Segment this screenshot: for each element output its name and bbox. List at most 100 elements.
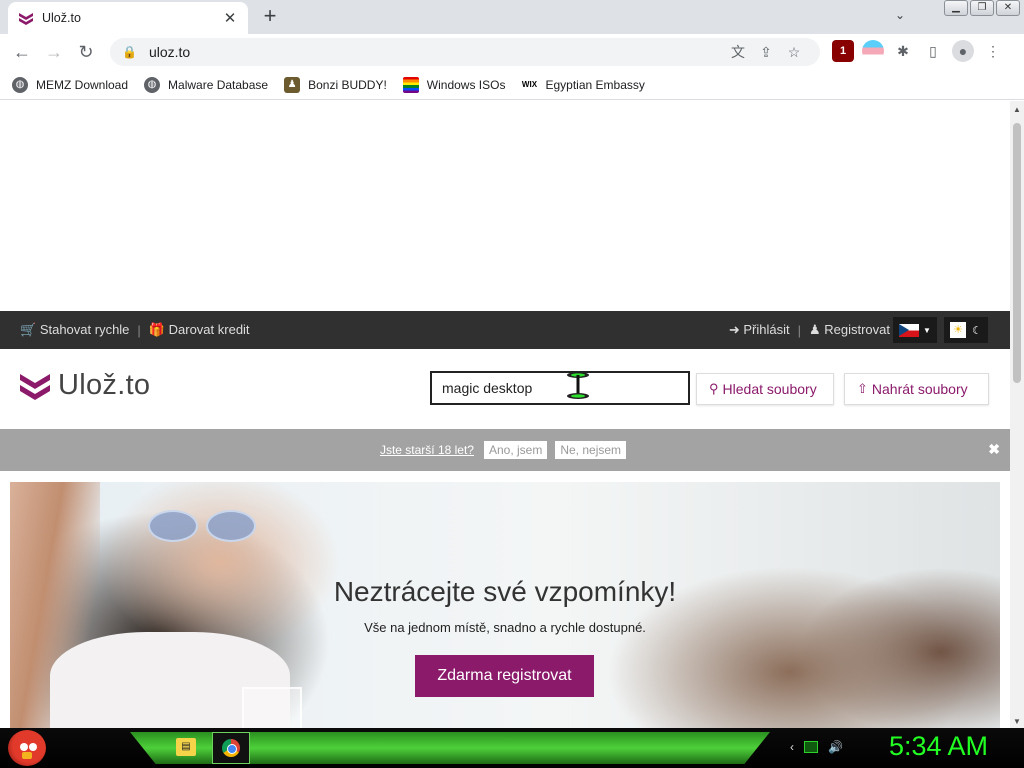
share-icon[interactable]: ⇪ xyxy=(752,44,780,61)
site-logo[interactable]: Ulož.to xyxy=(20,369,150,402)
lock-icon[interactable]: 🔒 xyxy=(122,45,137,59)
text-cursor-icon xyxy=(567,372,589,399)
forward-arrow-icon[interactable]: → xyxy=(38,36,70,68)
register-free-button[interactable]: Zdarma registrovat xyxy=(415,655,594,697)
bookmark-windows-isos[interactable]: Windows ISOs xyxy=(402,76,506,93)
bookmark-label: Bonzi BUDDY! xyxy=(308,77,387,92)
rainbow-flag-icon xyxy=(402,76,419,93)
bookmark-label: Egyptian Embassy xyxy=(545,77,645,92)
age-verification-bar: Jste starší 18 let? Ano, jsem Ne, nejsem… xyxy=(0,429,1010,471)
site-topbar: 🛒 Stahovat rychle | 🎁 Darovat kredit ➜ P… xyxy=(0,311,1010,349)
start-button-angry-bird-icon[interactable] xyxy=(8,730,46,766)
network-icon[interactable] xyxy=(804,741,818,753)
hero-photo-sunglasses xyxy=(148,510,256,542)
upload-button-label: Nahrát soubory xyxy=(871,381,968,397)
tab-title: Ulož.to xyxy=(42,11,81,25)
scroll-down-icon[interactable]: ▼ xyxy=(1013,717,1021,726)
divider: | xyxy=(137,322,141,338)
register-link[interactable]: ♟ Registrovat xyxy=(809,322,890,338)
age-no-button[interactable]: Ne, nejsem xyxy=(555,441,627,459)
side-panel-icon[interactable]: ▯ xyxy=(922,40,944,62)
logo-text: Ulož.to xyxy=(58,369,151,401)
extension-icons: 1 ✱ ▯ ● ⋮ xyxy=(832,40,1004,62)
new-tab-button[interactable]: + xyxy=(258,5,282,29)
theme-toggle[interactable]: ☀ ☾ xyxy=(944,317,988,343)
age-yes-button[interactable]: Ano, jsem xyxy=(483,441,548,459)
url-text[interactable]: uloz.to xyxy=(149,44,724,60)
login-link[interactable]: ➜ Přihlásit xyxy=(729,322,790,338)
tab-search-chevron-icon[interactable]: ⌄ xyxy=(895,8,905,22)
bookmarks-bar: ◍ MEMZ Download ◍ Malware Database ♟ Bonzi … xyxy=(0,70,1024,100)
sun-icon[interactable]: ☀ xyxy=(950,322,967,338)
profile-avatar-icon[interactable]: ● xyxy=(952,40,974,62)
bookmark-egyptian-embassy[interactable]: WIX Egyptian Embassy xyxy=(521,77,645,93)
hero-banner: Neztrácejte své vzpomínky! Vše na jednom… xyxy=(10,482,1000,728)
age-question[interactable]: Jste starší 18 let? xyxy=(380,443,474,457)
bookmark-bonzi[interactable]: ♟ Bonzi BUDDY! xyxy=(284,76,387,93)
moon-icon[interactable]: ☾ xyxy=(972,324,982,337)
menu-kebab-icon[interactable]: ⋮ xyxy=(982,40,1004,62)
page-scrollbar[interactable]: ▲ ▼ xyxy=(1010,101,1024,728)
hero-subtitle: Vše na jednom místě, snadno a rychle dos… xyxy=(364,620,646,635)
fast-download-link[interactable]: 🛒 Stahovat rychle xyxy=(20,322,129,338)
browser-tab[interactable]: Ulož.to ✕ xyxy=(8,2,248,34)
donate-credit-link[interactable]: 🎁 Darovat kredit xyxy=(149,322,250,338)
ulozto-favicon-icon xyxy=(19,13,33,25)
donate-credit-label: Darovat kredit xyxy=(168,322,250,337)
chrome-icon xyxy=(222,739,240,757)
ulozto-logo-icon xyxy=(20,373,50,400)
bird-beak xyxy=(22,752,32,759)
back-arrow-icon[interactable]: ← xyxy=(6,36,38,68)
chrome-taskbar-button[interactable] xyxy=(212,732,250,764)
close-tab-icon[interactable]: ✕ xyxy=(222,9,238,27)
search-icon: ⚲ xyxy=(709,381,719,396)
register-label: Registrovat xyxy=(824,322,890,337)
divider: | xyxy=(797,322,801,338)
ublock-extension-icon[interactable]: 1 xyxy=(832,40,854,62)
browser-toolbar: ← → ↻ 🔒 uloz.to 文 ⇪ ☆ 1 ✱ ▯ ● ⋮ xyxy=(0,34,1024,70)
bookmark-malware-db[interactable]: ◍ Malware Database xyxy=(144,76,269,93)
extension-round-icon[interactable] xyxy=(862,40,884,62)
globe-icon: ◍ xyxy=(12,76,28,93)
minimize-button[interactable]: ▁ xyxy=(944,0,968,16)
file-explorer-icon[interactable]: ▤ xyxy=(176,738,196,756)
taskbar: ▤ ‹ 🔊 5:34 AM xyxy=(0,728,1024,768)
search-button[interactable]: ⚲ Hledat soubory xyxy=(696,373,834,405)
login-label: Přihlásit xyxy=(743,322,790,337)
taskbar-clock[interactable]: 5:34 AM xyxy=(889,731,988,762)
window-controls: ▁ ❐ ✕ xyxy=(944,0,1020,16)
hero-title: Neztrácejte své vzpomínky! xyxy=(333,576,677,607)
close-window-button[interactable]: ✕ xyxy=(996,0,1020,16)
czech-flag-icon xyxy=(899,323,920,337)
maximize-button[interactable]: ❐ xyxy=(970,0,994,16)
scrollbar-thumb[interactable] xyxy=(1013,123,1021,383)
bookmark-label: Windows ISOs xyxy=(426,77,506,92)
translate-icon[interactable]: 文 xyxy=(724,42,752,62)
language-selector[interactable]: ▼ xyxy=(893,317,937,343)
web-page: 🛒 Stahovat rychle | 🎁 Darovat kredit ➜ P… xyxy=(0,101,1010,728)
tray-chevron-icon[interactable]: ‹ xyxy=(790,740,794,754)
bookmark-label: Malware Database xyxy=(168,77,269,92)
puzzle-extensions-icon[interactable]: ✱ xyxy=(892,40,914,62)
volume-icon[interactable]: 🔊 xyxy=(828,740,843,754)
tab-strip: Ulož.to ✕ + ⌄ ▁ ❐ ✕ xyxy=(0,0,1024,34)
bookmark-memz[interactable]: ◍ MEMZ Download xyxy=(12,76,129,93)
bird-eye xyxy=(29,743,37,751)
scroll-up-icon[interactable]: ▲ xyxy=(1013,105,1021,114)
bookmark-label: MEMZ Download xyxy=(36,77,129,92)
site-header: Ulož.to magic desktop ⚲ Hledat soubory ⇧… xyxy=(0,349,1010,429)
address-bar[interactable]: 🔒 uloz.to 文 ⇪ ☆ xyxy=(110,38,820,66)
system-tray: ‹ 🔊 xyxy=(790,740,843,754)
fast-download-label: Stahovat rychle xyxy=(39,322,130,337)
bookmark-star-icon[interactable]: ☆ xyxy=(780,44,808,61)
wix-icon: WIX xyxy=(521,79,538,89)
globe-icon: ◍ xyxy=(144,76,161,93)
upload-button[interactable]: ⇧ Nahrát soubory xyxy=(844,373,989,405)
reload-icon[interactable]: ↻ xyxy=(70,36,102,68)
upload-icon: ⇧ xyxy=(857,381,868,396)
bonzi-icon: ♟ xyxy=(284,76,301,93)
close-icon[interactable]: ✖ xyxy=(988,441,1000,458)
search-button-label: Hledat soubory xyxy=(722,381,817,397)
bird-eye xyxy=(20,743,28,751)
search-input[interactable]: magic desktop xyxy=(430,371,690,405)
